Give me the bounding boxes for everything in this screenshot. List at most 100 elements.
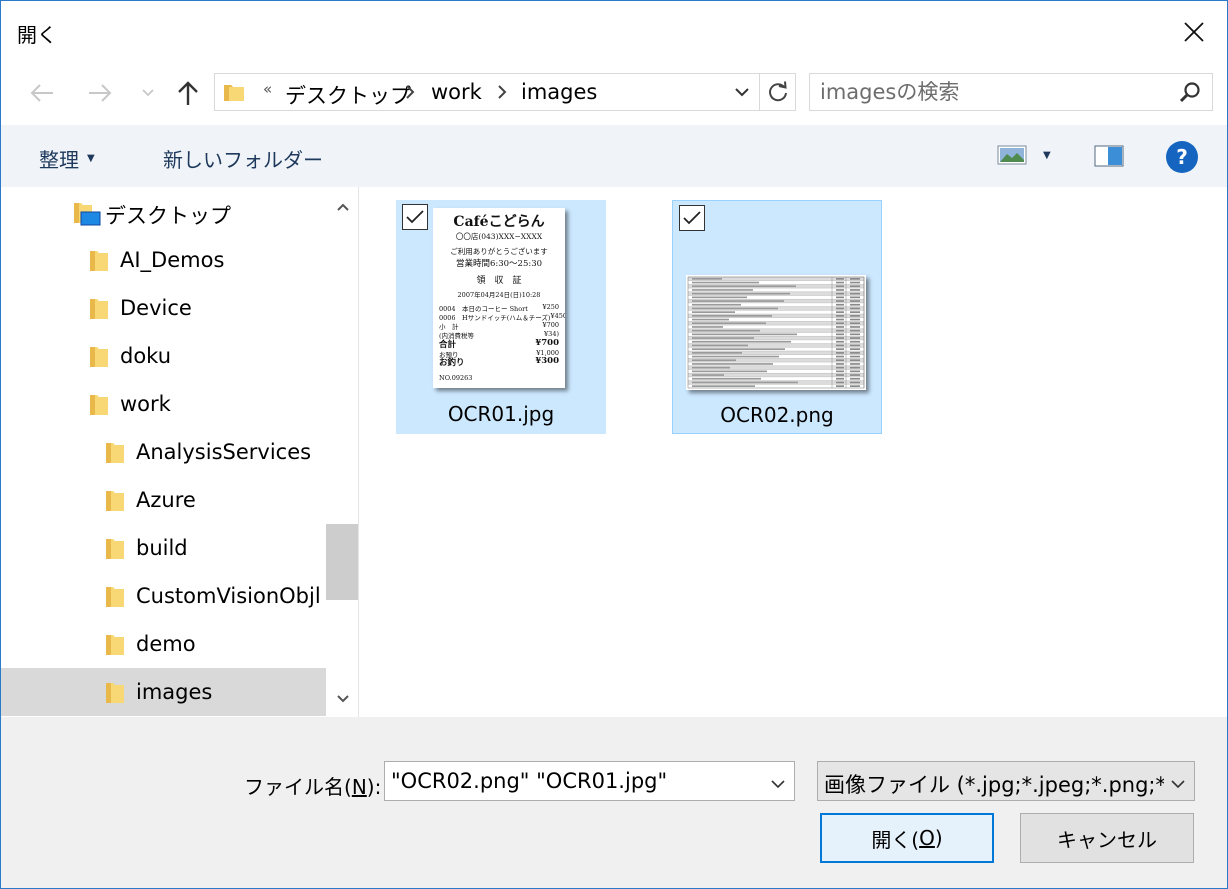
table-value	[850, 363, 860, 365]
chevron-right-icon[interactable]	[405, 84, 415, 104]
table-text	[692, 289, 753, 291]
recent-locations-button[interactable]	[139, 77, 157, 109]
nav-item-label: demo	[136, 632, 196, 656]
navigation-pane: デスクトップ AI_Demos Device doku work AnalysisServ…	[1, 187, 359, 717]
table-text	[692, 352, 742, 354]
table-value	[850, 292, 860, 295]
table-value	[850, 355, 860, 358]
table-value	[850, 303, 860, 306]
table-value	[850, 311, 860, 313]
filetype-select[interactable]: 画像ファイル (*.jpg;*.jpeg;*.png;*.gif)	[817, 761, 1195, 801]
table-value	[850, 366, 860, 369]
table-value	[836, 370, 844, 373]
command-bar: 整理 ▼ 新しいフォルダー ▼ ?	[1, 125, 1227, 187]
table-value	[836, 348, 844, 350]
forward-button[interactable]	[85, 77, 115, 109]
new-folder-label: 新しいフォルダー	[163, 148, 323, 172]
scroll-down-button[interactable]	[326, 685, 358, 713]
open-button[interactable]: 開く(O)	[820, 813, 994, 863]
table-value	[836, 315, 844, 317]
search-box[interactable]	[809, 73, 1213, 111]
table-text	[692, 278, 722, 280]
folder-icon	[89, 345, 109, 373]
nav-item-analysisservices[interactable]: AnalysisServices	[1, 428, 326, 476]
new-folder-button[interactable]: 新しいフォルダー	[163, 144, 323, 173]
table-text	[692, 363, 773, 365]
file-checkbox[interactable]	[402, 204, 428, 230]
refresh-icon	[769, 81, 787, 102]
table-text	[692, 292, 790, 295]
nav-scrollbar[interactable]	[326, 187, 358, 717]
breadcrumb-work[interactable]: work	[431, 80, 482, 104]
close-button[interactable]	[1161, 1, 1227, 63]
filename-value[interactable]: "OCR02.png" "OCR01.jpg"	[391, 769, 667, 793]
breadcrumb-images[interactable]: images	[521, 80, 597, 104]
nav-item-device[interactable]: Device	[1, 284, 326, 332]
folder-icon	[223, 81, 245, 107]
table-value	[836, 285, 844, 288]
search-input[interactable]	[820, 78, 1170, 106]
filetype-value: 画像ファイル (*.jpg;*.jpeg;*.png;*.gif)	[824, 773, 1164, 797]
cancel-button[interactable]: キャンセル	[1020, 813, 1194, 863]
table-text	[692, 340, 791, 343]
table-text	[692, 315, 772, 317]
chevron-down-icon[interactable]	[770, 774, 786, 793]
nav-item-ai-demos[interactable]: AI_Demos	[1, 236, 326, 284]
file-item[interactable]: OCR02.png	[672, 200, 882, 434]
nav-item-customvisionobjl[interactable]: CustomVisionObjl	[1, 572, 326, 620]
chevron-down-icon	[142, 89, 154, 97]
table-value	[836, 381, 844, 384]
chevron-down-icon[interactable]	[1170, 774, 1186, 793]
table-text	[692, 303, 741, 306]
table-value	[836, 337, 844, 339]
file-checkbox[interactable]	[679, 205, 705, 231]
folder-icon	[89, 249, 109, 277]
address-dropdown-button[interactable]	[727, 74, 757, 110]
change-view-button[interactable]: ▼	[997, 145, 1051, 165]
table-value	[836, 281, 844, 284]
nav-item-label: Device	[120, 296, 192, 320]
preview-pane-icon	[1094, 145, 1124, 167]
table-value	[850, 374, 860, 376]
chevron-right-icon[interactable]	[497, 84, 507, 104]
back-button[interactable]	[27, 77, 57, 109]
table-value	[850, 315, 860, 317]
caret-down-icon[interactable]: ▼	[1043, 150, 1051, 161]
nav-item-doku[interactable]: doku	[1, 332, 326, 380]
table-value	[850, 318, 860, 321]
table-text	[692, 359, 736, 362]
preview-pane-button[interactable]	[1094, 145, 1124, 171]
table-value	[850, 359, 860, 362]
up-button[interactable]	[175, 77, 201, 109]
scroll-up-button[interactable]	[326, 193, 358, 221]
table-value	[836, 352, 844, 354]
table-text	[692, 333, 797, 336]
address-bar[interactable]: « デスクトップ work images	[214, 73, 796, 111]
folder-icon	[89, 297, 109, 325]
file-item[interactable]: Caféこどらん 〇〇店(043)XXX−XXXX ご利用ありがとうございます …	[396, 200, 606, 434]
search-icon[interactable]	[1178, 81, 1202, 109]
help-button[interactable]: ?	[1166, 141, 1198, 173]
filename-combobox[interactable]: "OCR02.png" "OCR01.jpg"	[384, 761, 795, 801]
folder-icon	[105, 585, 125, 613]
receipt-total: お釣り ¥300	[439, 356, 559, 368]
refresh-button[interactable]	[759, 74, 796, 110]
receipt-heading: 領 収 証	[476, 276, 522, 286]
title-bar: 開く	[1, 1, 1227, 63]
organize-button[interactable]: 整理 ▼	[39, 144, 95, 173]
breadcrumb-desktop[interactable]: デスクトップ	[285, 80, 411, 110]
table-value	[850, 300, 860, 302]
nav-item-work[interactable]: work	[1, 380, 326, 428]
nav-item-images[interactable]: images	[1, 668, 326, 716]
nav-item-demo[interactable]: demo	[1, 620, 326, 668]
nav-item-build[interactable]: build	[1, 524, 326, 572]
table-value	[836, 355, 844, 358]
nav-item-[interactable]: デスクトップ	[1, 188, 326, 236]
table-text	[692, 355, 779, 358]
table-text	[692, 285, 796, 288]
nav-item-azure[interactable]: Azure	[1, 476, 326, 524]
scroll-thumb[interactable]	[326, 524, 358, 600]
breadcrumb-overflow[interactable]: «	[263, 80, 272, 98]
table-text	[692, 326, 723, 328]
nav-item-label: images	[136, 680, 213, 704]
